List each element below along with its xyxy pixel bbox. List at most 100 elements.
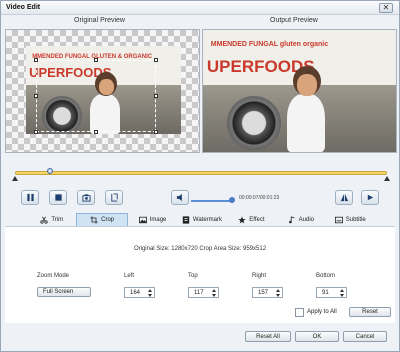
tab-label: Audio (298, 216, 314, 223)
close-icon: ✕ (382, 3, 390, 12)
reset-all-label: Reset All (256, 333, 280, 340)
output-video-frame: MMENDED FUNGAL gluten organic UPERFOODS (203, 30, 396, 152)
pause-icon (26, 193, 34, 202)
stepper-arrows[interactable] (147, 289, 153, 297)
cut-button[interactable] (105, 190, 123, 205)
tab-effect[interactable]: Effect (227, 213, 276, 226)
title-bar: Video Edit ✕ (1, 1, 399, 15)
crop-panel: Original Size: 1280x720 Crop Area Size: … (5, 226, 395, 323)
stepper-arrows[interactable] (339, 289, 345, 297)
timeline-bar[interactable] (15, 171, 387, 175)
flip-button[interactable] (335, 190, 353, 205)
volume-knob[interactable] (229, 197, 235, 203)
flip-icon (340, 193, 348, 202)
close-button[interactable]: ✕ (379, 3, 393, 13)
tab-label: Image (149, 216, 167, 223)
zoom-mode-label: Zoom Mode (37, 273, 70, 279)
crop-handle-top-left[interactable] (34, 58, 38, 62)
crop-handle-top[interactable] (94, 58, 98, 62)
clip-icon (110, 193, 118, 202)
top-value: 117 (194, 289, 204, 296)
top-label: Top (188, 273, 198, 279)
subtitle-icon (334, 216, 343, 223)
apply-to-all-checkbox[interactable] (295, 308, 304, 317)
bottom-stepper[interactable]: 91 (316, 287, 347, 298)
rotate-icon (367, 194, 373, 201)
star-icon (238, 215, 246, 224)
trim-start-marker[interactable] (12, 176, 18, 181)
cancel-label: Cancel (355, 333, 375, 340)
music-icon (288, 215, 295, 223)
crop-icon (90, 216, 98, 224)
reset-all-button[interactable]: Reset All (245, 331, 291, 342)
apply-to-all-label: Apply to All (307, 309, 337, 315)
tab-label: Subtitle (345, 216, 366, 223)
zoom-mode-select[interactable]: Full Screen (37, 287, 91, 297)
ok-label: OK (312, 333, 322, 340)
watermark-icon (182, 215, 190, 224)
video-edit-window: Video Edit ✕ Original Preview Output Pre… (0, 0, 400, 352)
image-icon (138, 216, 147, 223)
dialog-footer: Reset All OK Cancel (1, 323, 399, 351)
right-value: 157 (258, 289, 269, 296)
crop-handle-left[interactable] (34, 94, 38, 98)
truck-sign-text: MMENDED FUNGAL gluten organic (210, 41, 329, 49)
output-preview: MMENDED FUNGAL gluten organic UPERFOODS (202, 29, 397, 153)
reset-label: Reset (362, 309, 378, 315)
volume-button[interactable] (171, 190, 189, 205)
edit-tabs: Trim Crop Image Watermark Effect Audio S… (27, 213, 375, 226)
left-stepper[interactable]: 164 (124, 287, 155, 298)
crop-handle-bottom[interactable] (94, 130, 98, 134)
top-stepper[interactable]: 117 (188, 287, 219, 298)
scissors-icon (40, 216, 48, 224)
crop-handle-right[interactable] (154, 94, 158, 98)
tab-audio[interactable]: Audio (276, 213, 325, 226)
stepper-arrows[interactable] (275, 289, 281, 297)
trim-end-marker[interactable] (384, 176, 390, 181)
left-value: 164 (130, 289, 141, 296)
volume-slider[interactable] (191, 200, 233, 202)
output-preview-label: Output Preview (270, 17, 318, 24)
cancel-button[interactable]: Cancel (343, 331, 387, 342)
crop-handle-bottom-right[interactable] (154, 130, 158, 134)
original-preview-label: Original Preview (74, 17, 125, 24)
window-title: Video Edit (6, 4, 41, 11)
tab-subtitle[interactable]: Subtitle (326, 213, 375, 226)
bottom-value: 91 (322, 289, 329, 296)
right-stepper[interactable]: 157 (252, 287, 283, 298)
size-info: Original Size: 1280x720 Crop Area Size: … (133, 246, 267, 252)
reset-button[interactable]: Reset (349, 307, 391, 317)
tab-label: Crop (101, 217, 115, 223)
timecode: 00:00:07/00:01:23 (239, 195, 280, 201)
stop-button[interactable] (49, 190, 67, 205)
truck-sign-text: MMENDED FUNGAL GLUTEN & ORGANIC (32, 53, 153, 60)
snapshot-button[interactable] (77, 190, 95, 205)
original-video-frame: MMENDED FUNGAL GLUTEN & ORGANIC UPERFOOD… (26, 46, 181, 134)
rotate-button[interactable] (361, 190, 379, 205)
tab-label: Trim (51, 216, 64, 223)
pause-button[interactable] (21, 190, 39, 205)
speaker-icon (176, 193, 182, 202)
stepper-arrows[interactable] (211, 289, 217, 297)
camera-icon (81, 194, 91, 202)
crop-handle-top-right[interactable] (154, 58, 158, 62)
crop-area-frame[interactable] (36, 60, 156, 132)
bottom-label: Bottom (316, 273, 336, 279)
child-figure (287, 94, 325, 152)
tab-image[interactable]: Image (128, 213, 177, 226)
playhead-knob[interactable] (47, 168, 53, 174)
tab-label: Effect (249, 216, 265, 223)
tab-watermark[interactable]: Watermark (177, 213, 226, 226)
stop-icon (54, 194, 62, 201)
original-preview: MMENDED FUNGAL GLUTEN & ORGANIC UPERFOOD… (5, 29, 200, 153)
tab-crop[interactable]: Crop (76, 213, 128, 226)
ok-button[interactable]: OK (295, 331, 339, 342)
crop-handle-bottom-left[interactable] (34, 130, 38, 134)
child-face (297, 74, 317, 96)
right-label: Right (252, 273, 267, 279)
tab-label: Watermark (192, 216, 223, 223)
tab-trim[interactable]: Trim (27, 213, 76, 226)
zoom-mode-value: Full Screen (43, 289, 74, 295)
truck-wheel (227, 96, 281, 150)
left-label: Left (124, 273, 135, 279)
